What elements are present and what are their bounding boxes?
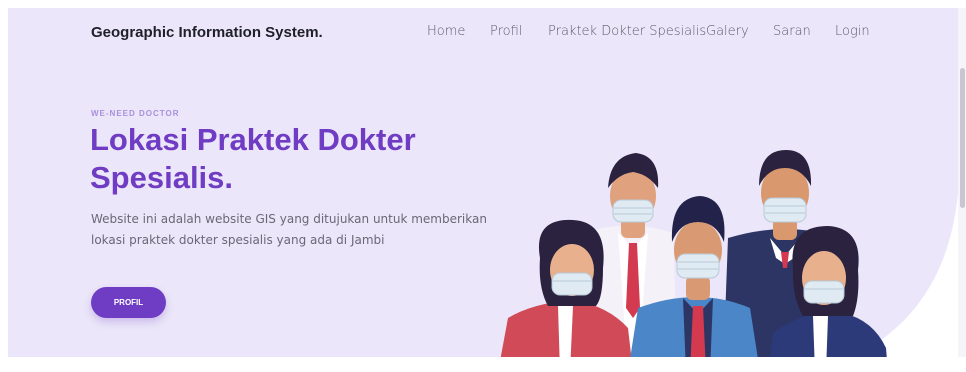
nav-home[interactable]: Home [427, 24, 465, 39]
nav-praktek-dokter-spesialis[interactable]: Praktek Dokter Spesialis [548, 24, 706, 39]
nav-galery[interactable]: Galery [706, 24, 749, 39]
hero-title-line2: Spesialis. [90, 160, 234, 195]
hero-title: Lokasi Praktek Dokter Spesialis. [90, 121, 510, 197]
page-frame: Geographic Information System. Home Prof… [8, 8, 958, 372]
nav-login[interactable]: Login [835, 24, 870, 39]
nav-profil[interactable]: Profil [490, 24, 522, 39]
page-bottom-edge [0, 357, 966, 372]
top-navigation: Geographic Information System. Home Prof… [8, 8, 958, 54]
hero-description: Website ini adalah website GIS yang ditu… [91, 212, 487, 247]
profil-button[interactable]: PROFIL [91, 287, 166, 318]
nav-menu: Home Profil Praktek Dokter Spesialis Gal… [8, 24, 958, 44]
nav-saran[interactable]: Saran [773, 24, 811, 39]
scrollbar-thumb[interactable] [960, 68, 965, 208]
hero-title-line1: Lokasi Praktek Dokter [90, 122, 416, 157]
doctors-wearing-masks-illustration [498, 150, 888, 372]
vertical-scrollbar[interactable] [958, 8, 966, 357]
hero-eyebrow: WE-NEED DOCTOR [91, 109, 180, 118]
